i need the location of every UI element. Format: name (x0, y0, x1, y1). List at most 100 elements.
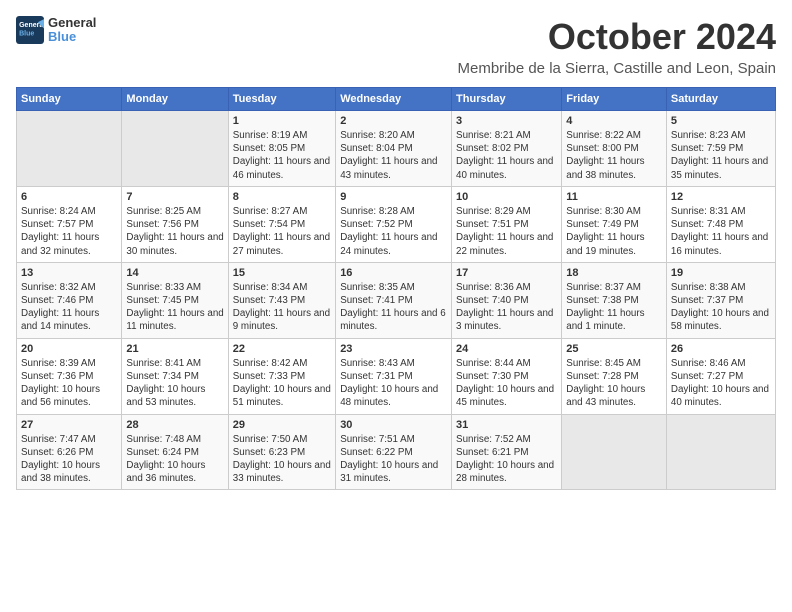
day-number: 7 (126, 191, 223, 203)
calendar-day: 27 Sunrise: 7:47 AM Sunset: 6:26 PM Dayli… (17, 414, 122, 490)
header-row: SundayMondayTuesdayWednesdayThursdayFrid… (17, 88, 776, 111)
day-info: Sunrise: 8:34 AM Sunset: 7:43 PM Dayligh… (233, 281, 331, 334)
day-number: 10 (456, 191, 557, 203)
day-number: 28 (126, 419, 223, 431)
weekday-header: Thursday (452, 88, 562, 111)
weekday-header: Sunday (17, 88, 122, 111)
calendar-week-row: 6Sunrise: 8:24 AM Sunset: 7:57 PM Daylig… (17, 186, 776, 262)
calendar-day: 4Sunrise: 8:22 AM Sunset: 8:00 PM Daylig… (562, 111, 667, 187)
logo-text: General Blue (48, 16, 96, 45)
day-number: 14 (126, 267, 223, 279)
subtitle: Membribe de la Sierra, Castille and Leon… (457, 60, 776, 77)
day-number: 4 (566, 115, 662, 127)
calendar-week-row: 27 Sunrise: 7:47 AM Sunset: 6:26 PM Dayli… (17, 414, 776, 490)
calendar-day: 20 Sunrise: 8:39 AM Sunset: 7:36 PM Dayli… (17, 338, 122, 414)
calendar-day (562, 414, 667, 490)
calendar-day: 30 Sunrise: 7:51 AM Sunset: 6:22 PM Dayli… (336, 414, 452, 490)
calendar-day: 17 Sunrise: 8:36 AM Sunset: 7:40 PM Dayli… (452, 262, 562, 338)
calendar-day: 18 Sunrise: 8:37 AM Sunset: 7:38 PM Dayli… (562, 262, 667, 338)
weekday-header: Saturday (666, 88, 775, 111)
day-info: Sunrise: 8:27 AM Sunset: 7:54 PM Dayligh… (233, 205, 331, 258)
calendar-day: 9Sunrise: 8:28 AM Sunset: 7:52 PM Daylig… (336, 186, 452, 262)
day-number: 8 (233, 191, 331, 203)
day-info: Sunrise: 8:25 AM Sunset: 7:56 PM Dayligh… (126, 205, 223, 258)
day-info: Sunrise: 8:43 AM Sunset: 7:31 PM Dayligh… (340, 357, 447, 410)
day-number: 13 (21, 267, 117, 279)
day-info: Sunrise: 8:20 AM Sunset: 8:04 PM Dayligh… (340, 129, 447, 182)
calendar-day: 19 Sunrise: 8:38 AM Sunset: 7:37 PM Dayli… (666, 262, 775, 338)
day-number: 16 (340, 267, 447, 279)
day-info: Sunrise: 8:24 AM Sunset: 7:57 PM Dayligh… (21, 205, 117, 258)
day-info: Sunrise: 7:48 AM Sunset: 6:24 PM Dayligh… (126, 433, 223, 486)
day-info: Sunrise: 8:30 AM Sunset: 7:49 PM Dayligh… (566, 205, 662, 258)
main-title: October 2024 (457, 16, 776, 58)
day-info: Sunrise: 8:33 AM Sunset: 7:45 PM Dayligh… (126, 281, 223, 334)
day-info: Sunrise: 8:23 AM Sunset: 7:59 PM Dayligh… (671, 129, 771, 182)
calendar-day (666, 414, 775, 490)
calendar-day: 29 Sunrise: 7:50 AM Sunset: 6:23 PM Dayli… (228, 414, 335, 490)
day-number: 1 (233, 115, 331, 127)
calendar-day: 2 Sunrise: 8:20 AM Sunset: 8:04 PM Daylig… (336, 111, 452, 187)
calendar-day: 10Sunrise: 8:29 AM Sunset: 7:51 PM Dayli… (452, 186, 562, 262)
day-number: 15 (233, 267, 331, 279)
day-number: 27 (21, 419, 117, 431)
day-number: 12 (671, 191, 771, 203)
day-number: 5 (671, 115, 771, 127)
day-number: 21 (126, 343, 223, 355)
calendar-day: 5 Sunrise: 8:23 AM Sunset: 7:59 PM Daylig… (666, 111, 775, 187)
day-number: 29 (233, 419, 331, 431)
calendar-day: 25 Sunrise: 8:45 AM Sunset: 7:28 PM Dayli… (562, 338, 667, 414)
calendar-day: 26 Sunrise: 8:46 AM Sunset: 7:27 PM Dayli… (666, 338, 775, 414)
calendar-day: 13 Sunrise: 8:32 AM Sunset: 7:46 PM Dayli… (17, 262, 122, 338)
day-info: Sunrise: 8:44 AM Sunset: 7:30 PM Dayligh… (456, 357, 557, 410)
calendar-day (122, 111, 228, 187)
calendar-day (17, 111, 122, 187)
day-info: Sunrise: 7:50 AM Sunset: 6:23 PM Dayligh… (233, 433, 331, 486)
day-number: 30 (340, 419, 447, 431)
day-info: Sunrise: 7:51 AM Sunset: 6:22 PM Dayligh… (340, 433, 447, 486)
day-number: 25 (566, 343, 662, 355)
day-info: Sunrise: 8:39 AM Sunset: 7:36 PM Dayligh… (21, 357, 117, 410)
weekday-header: Friday (562, 88, 667, 111)
calendar-table: SundayMondayTuesdayWednesdayThursdayFrid… (16, 87, 776, 490)
calendar-day: 15 Sunrise: 8:34 AM Sunset: 7:43 PM Dayli… (228, 262, 335, 338)
day-info: Sunrise: 8:19 AM Sunset: 8:05 PM Dayligh… (233, 129, 331, 182)
day-info: Sunrise: 8:45 AM Sunset: 7:28 PM Dayligh… (566, 357, 662, 410)
calendar-week-row: 1 Sunrise: 8:19 AM Sunset: 8:05 PM Daylig… (17, 111, 776, 187)
day-number: 22 (233, 343, 331, 355)
day-number: 26 (671, 343, 771, 355)
day-number: 2 (340, 115, 447, 127)
calendar-week-row: 13 Sunrise: 8:32 AM Sunset: 7:46 PM Dayli… (17, 262, 776, 338)
day-info: Sunrise: 8:37 AM Sunset: 7:38 PM Dayligh… (566, 281, 662, 334)
day-number: 20 (21, 343, 117, 355)
weekday-header: Tuesday (228, 88, 335, 111)
day-info: Sunrise: 8:41 AM Sunset: 7:34 PM Dayligh… (126, 357, 223, 410)
day-number: 11 (566, 191, 662, 203)
calendar-day: 12 Sunrise: 8:31 AM Sunset: 7:48 PM Dayli… (666, 186, 775, 262)
day-number: 23 (340, 343, 447, 355)
day-info: Sunrise: 7:52 AM Sunset: 6:21 PM Dayligh… (456, 433, 557, 486)
day-info: Sunrise: 7:47 AM Sunset: 6:26 PM Dayligh… (21, 433, 117, 486)
calendar-day: 21 Sunrise: 8:41 AM Sunset: 7:34 PM Dayli… (122, 338, 228, 414)
calendar-day: 23 Sunrise: 8:43 AM Sunset: 7:31 PM Dayli… (336, 338, 452, 414)
logo: General Blue General Blue (16, 16, 96, 45)
logo-icon: General Blue (16, 16, 44, 44)
calendar-day: 11 Sunrise: 8:30 AM Sunset: 7:49 PM Dayli… (562, 186, 667, 262)
calendar-day: 24Sunrise: 8:44 AM Sunset: 7:30 PM Dayli… (452, 338, 562, 414)
svg-text:Blue: Blue (19, 31, 34, 38)
day-number: 19 (671, 267, 771, 279)
day-info: Sunrise: 8:36 AM Sunset: 7:40 PM Dayligh… (456, 281, 557, 334)
calendar-day: 14 Sunrise: 8:33 AM Sunset: 7:45 PM Dayli… (122, 262, 228, 338)
day-info: Sunrise: 8:46 AM Sunset: 7:27 PM Dayligh… (671, 357, 771, 410)
day-info: Sunrise: 8:31 AM Sunset: 7:48 PM Dayligh… (671, 205, 771, 258)
day-number: 17 (456, 267, 557, 279)
calendar-day: 16Sunrise: 8:35 AM Sunset: 7:41 PM Dayli… (336, 262, 452, 338)
day-info: Sunrise: 8:38 AM Sunset: 7:37 PM Dayligh… (671, 281, 771, 334)
calendar-day: 3Sunrise: 8:21 AM Sunset: 8:02 PM Daylig… (452, 111, 562, 187)
calendar-header: SundayMondayTuesdayWednesdayThursdayFrid… (17, 88, 776, 111)
day-info: Sunrise: 8:32 AM Sunset: 7:46 PM Dayligh… (21, 281, 117, 334)
day-number: 9 (340, 191, 447, 203)
calendar-day: 22Sunrise: 8:42 AM Sunset: 7:33 PM Dayli… (228, 338, 335, 414)
day-number: 31 (456, 419, 557, 431)
day-number: 18 (566, 267, 662, 279)
